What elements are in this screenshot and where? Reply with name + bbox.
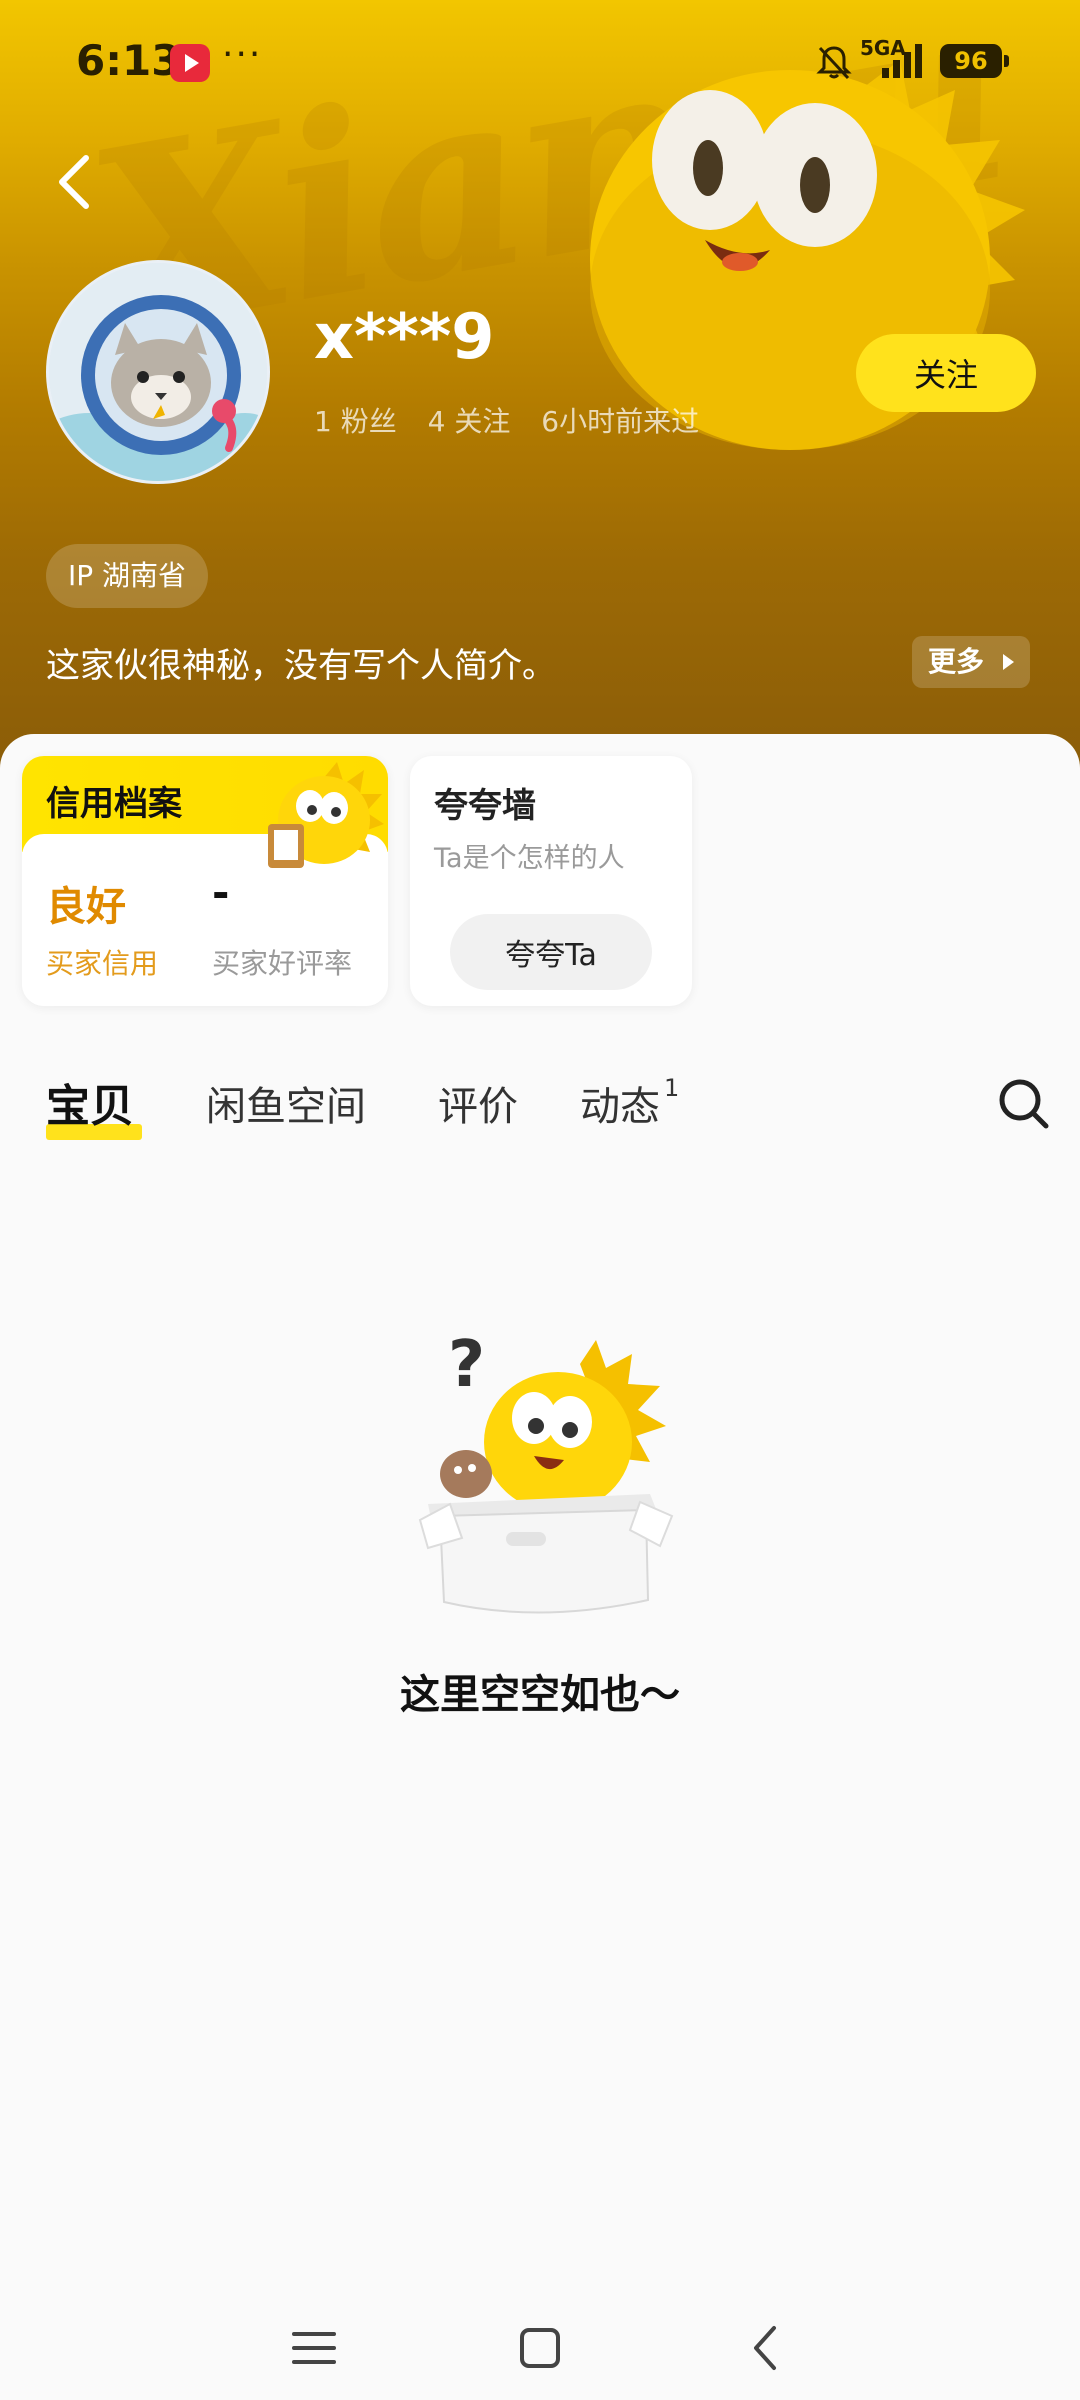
credit-rating-label: 买家信用 bbox=[46, 947, 159, 980]
signal-icon bbox=[882, 44, 922, 78]
search-icon[interactable] bbox=[996, 1076, 1052, 1132]
cat-astronaut-avatar-icon bbox=[49, 263, 267, 481]
empty-state-text: 这里空空如也～ bbox=[400, 1672, 680, 1718]
profile-stats: 1 粉丝 4 关注 6小时前来过 bbox=[314, 400, 721, 440]
good-rate-value: - bbox=[212, 868, 230, 917]
credit-rating: 良好 bbox=[46, 884, 126, 930]
credit-card-title: 信用档案 bbox=[46, 784, 182, 824]
status-bar: 6:13 ··· 5GA 96 bbox=[0, 0, 1080, 130]
mascot-clipboard-icon bbox=[268, 762, 384, 868]
tab-items[interactable]: 宝贝 bbox=[46, 1070, 134, 1134]
more-label: 更多 bbox=[928, 645, 985, 678]
profile-content: 信用档案 良好 买家信用 - 买家好评率 夸夸墙 Ta是个怎样的人 夸夸Ta 宝… bbox=[0, 734, 1080, 2400]
last-seen: 6小时前来过 bbox=[541, 405, 700, 438]
video-app-icon bbox=[170, 44, 210, 82]
follow-button[interactable]: 关注 bbox=[856, 334, 1036, 412]
tab-activity[interactable]: 动态 1 bbox=[580, 1074, 679, 1132]
home-square-icon[interactable] bbox=[510, 2318, 570, 2378]
username: x***9 bbox=[314, 300, 495, 373]
praise-wall-card[interactable]: 夸夸墙 Ta是个怎样的人 夸夸Ta bbox=[410, 756, 692, 1006]
fans-count[interactable]: 1 粉丝 bbox=[314, 405, 397, 438]
good-rate-label: 买家好评率 bbox=[212, 947, 353, 980]
tab-xianyu-space[interactable]: 闲鱼空间 bbox=[206, 1074, 366, 1132]
credit-profile-card[interactable]: 信用档案 良好 买家信用 - 买家好评率 bbox=[22, 756, 388, 1006]
avatar[interactable] bbox=[46, 260, 270, 484]
praise-wall-title: 夸夸墙 bbox=[434, 786, 536, 826]
menu-icon[interactable] bbox=[284, 2318, 344, 2378]
system-nav-bar bbox=[0, 2290, 1080, 2400]
praise-button[interactable]: 夸夸Ta bbox=[450, 914, 652, 990]
profile-bio: 这家伙很神秘，没有写个人简介。 bbox=[46, 646, 556, 686]
bell-muted-icon bbox=[816, 46, 852, 80]
status-time: 6:13 bbox=[76, 36, 181, 85]
tab-items-label: 宝贝 bbox=[46, 1081, 134, 1132]
empty-box-mascot-icon: ? bbox=[418, 1334, 674, 1614]
profile-tabs: 宝贝 闲鱼空间 评价 动态 1 bbox=[0, 1054, 1080, 1154]
tab-reviews[interactable]: 评价 bbox=[438, 1074, 518, 1132]
activity-count-badge: 1 bbox=[664, 1074, 680, 1102]
more-notifications-icon: ··· bbox=[222, 34, 263, 75]
following-count[interactable]: 4 关注 bbox=[428, 405, 511, 438]
back-chevron-icon[interactable] bbox=[48, 150, 104, 214]
praise-wall-subtitle: Ta是个怎样的人 bbox=[434, 843, 625, 874]
tab-activity-label: 动态 bbox=[580, 1084, 660, 1130]
profile-header: Xianyu 6:13 ··· 5GA 96 x***9 1 粉丝 4 关注 6… bbox=[0, 0, 1080, 780]
more-button[interactable]: 更多 bbox=[912, 636, 1030, 688]
back-nav-icon[interactable] bbox=[736, 2318, 796, 2378]
ip-location-badge: IP 湖南省 bbox=[46, 544, 209, 608]
svg-text:?: ? bbox=[448, 1334, 485, 1402]
battery-indicator: 96 bbox=[940, 44, 1009, 78]
